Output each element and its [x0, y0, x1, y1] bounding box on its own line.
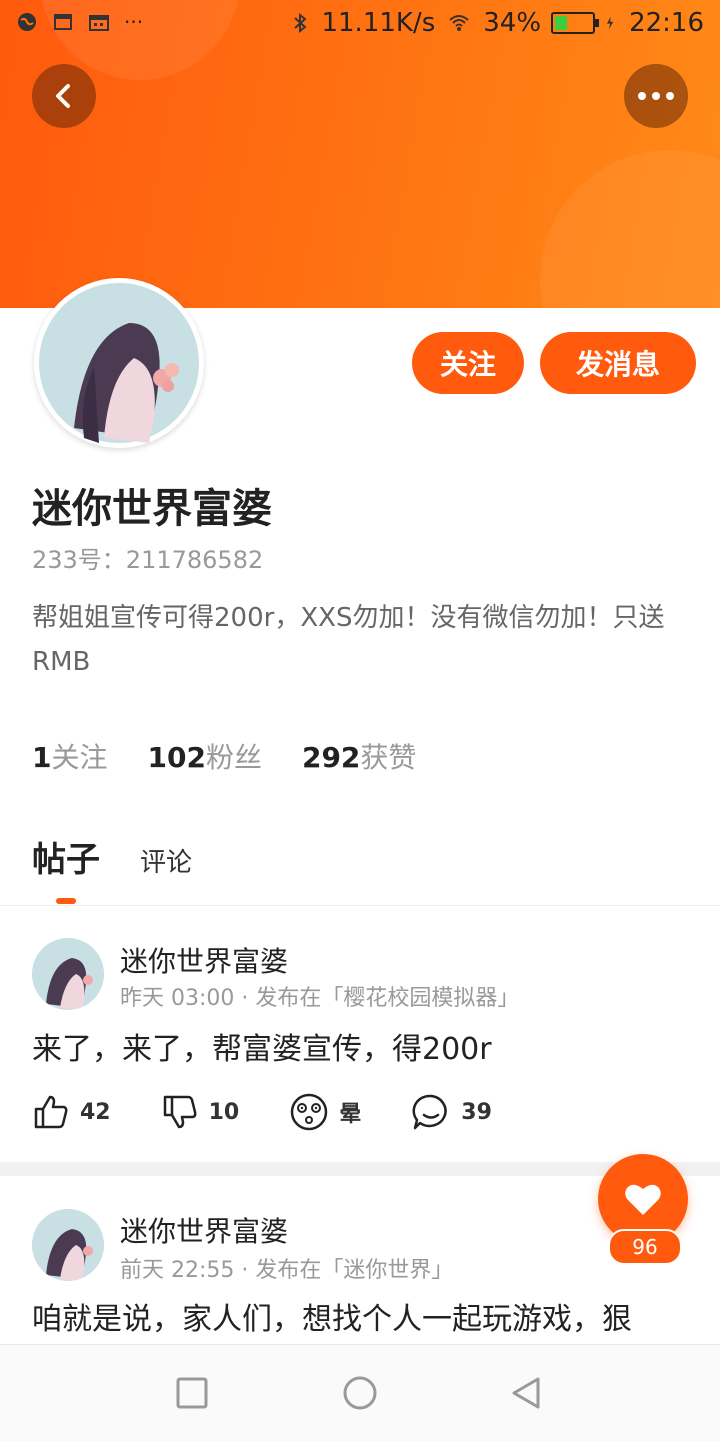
floating-like-count: 96: [608, 1229, 682, 1265]
post-meta: 昨天 03:00 · 发布在「樱花校园模拟器」: [120, 986, 520, 1011]
battery-percent: 34%: [483, 8, 542, 38]
like-button[interactable]: 42: [32, 1093, 111, 1131]
tab-comments[interactable]: 评论: [140, 842, 192, 879]
post-author-avatar[interactable]: [32, 938, 104, 1010]
thumbs-up-icon: [34, 1095, 68, 1129]
banner-decoration: [540, 150, 720, 308]
recents-square-icon[interactable]: [174, 1375, 210, 1411]
clock: 22:16: [629, 8, 704, 38]
stat-followers[interactable]: 102粉丝: [148, 736, 262, 776]
dizzy-reaction-button[interactable]: 晕: [289, 1092, 361, 1132]
profile-stats: 1关注 102粉丝 292获赞: [32, 736, 416, 776]
comment-count: 39: [461, 1099, 492, 1125]
profile-name: 迷你世界富婆: [32, 486, 272, 532]
comment-bubble-icon: [412, 1094, 448, 1130]
back-button[interactable]: [32, 64, 96, 128]
charging-icon: [606, 16, 614, 30]
post-author-name[interactable]: 迷你世界富婆: [120, 1210, 288, 1250]
stat-following[interactable]: 1关注: [32, 736, 108, 776]
more-options-button[interactable]: [624, 64, 688, 128]
avatar-image: [39, 283, 199, 443]
thumbs-down-icon: [163, 1095, 197, 1129]
profile-avatar[interactable]: [34, 278, 204, 448]
calendar-icon: [89, 15, 109, 31]
stat-likes[interactable]: 292获赞: [302, 736, 416, 776]
network-speed: 11.11K/s: [321, 8, 436, 38]
back-triangle-icon[interactable]: [508, 1375, 544, 1411]
avatar-image: [32, 1209, 104, 1281]
post-text[interactable]: 咱就是说，家人们，想找个人一起玩游戏，狠: [32, 1298, 688, 1342]
stat-label: 关注: [51, 741, 108, 774]
heart-icon: [625, 1184, 661, 1215]
wifi-icon: [449, 15, 469, 31]
post-author-avatar[interactable]: [32, 1209, 104, 1281]
system-nav-bar: [0, 1344, 720, 1441]
post-actions: 42 10 晕 39: [32, 1092, 542, 1132]
status-bar: ··· 11.11K/s 34% 22:16: [0, 0, 720, 50]
bluetooth-icon: [294, 12, 308, 34]
dislike-count: 10: [208, 1099, 240, 1125]
globe-icon: [18, 13, 36, 31]
profile-tabs: 帖子 评论: [32, 832, 192, 881]
dizzy-face-icon: [291, 1093, 328, 1131]
profile-bio: 帮姐姐宣传可得200r，XXS勿加！没有微信勿加！只送RMB: [32, 603, 665, 677]
stat-number: 102: [147, 741, 206, 774]
avatar-image: [32, 938, 104, 1010]
dizzy-label: 晕: [339, 1102, 362, 1127]
post-meta: 前天 22:55 · 发布在「迷你世界」: [120, 1258, 454, 1283]
more-dots-icon: [638, 92, 674, 100]
send-message-button[interactable]: 发消息: [540, 332, 696, 394]
dislike-button[interactable]: 10: [161, 1093, 240, 1131]
post-text[interactable]: 来了，来了，帮富婆宣传，得200r: [32, 1028, 688, 1072]
post-author-name[interactable]: 迷你世界富婆: [120, 940, 288, 980]
stat-number: 292: [301, 741, 361, 774]
home-circle-icon[interactable]: [342, 1375, 378, 1411]
battery-icon: [551, 12, 600, 34]
tab-indicator: [56, 898, 76, 904]
profile-id: 233号：211786582: [32, 546, 264, 574]
stat-label: 粉丝: [205, 741, 262, 774]
like-count: 42: [80, 1099, 111, 1125]
comment-button[interactable]: 39: [411, 1092, 492, 1132]
chevron-left-icon: [56, 84, 70, 108]
window-icon: [54, 14, 72, 30]
follow-button[interactable]: 关注: [412, 332, 524, 394]
post-card[interactable]: 迷你世界富婆 昨天 03:00 · 发布在「樱花校园模拟器」 来了，来了，帮富婆…: [0, 906, 720, 1162]
stat-label: 获赞: [360, 741, 417, 774]
status-more: ···: [124, 10, 144, 34]
stat-number: 1: [32, 741, 52, 774]
tab-posts[interactable]: 帖子: [32, 832, 100, 881]
